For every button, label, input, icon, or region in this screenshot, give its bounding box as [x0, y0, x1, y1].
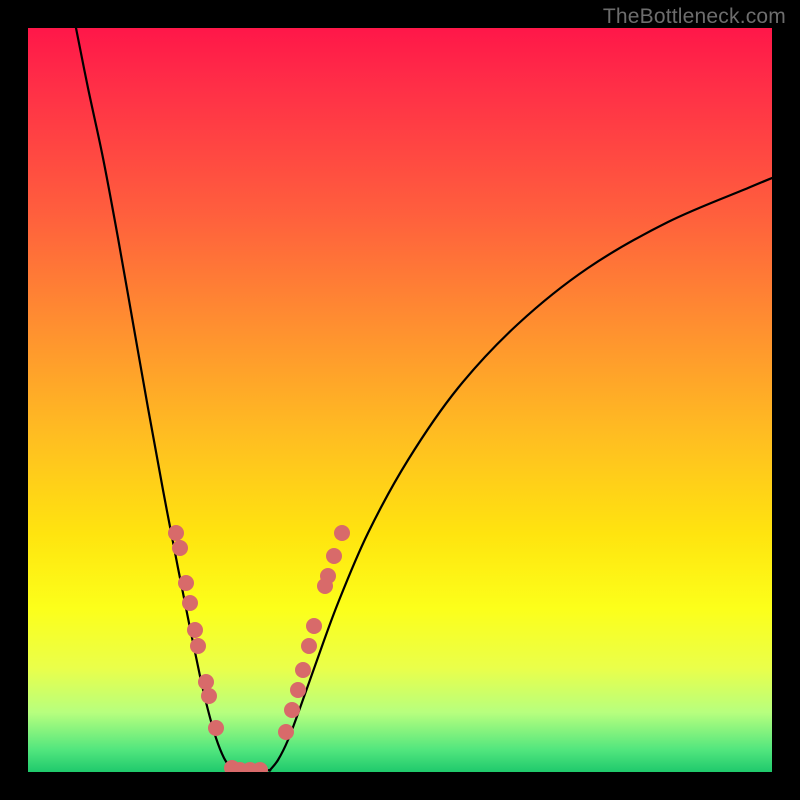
data-point-marker: [326, 548, 342, 564]
watermark-text: TheBottleneck.com: [603, 5, 786, 29]
chart-svg: [28, 28, 772, 772]
data-point-marker: [284, 702, 300, 718]
marker-group: [168, 525, 350, 772]
data-point-marker: [278, 724, 294, 740]
data-point-marker: [201, 688, 217, 704]
data-point-marker: [190, 638, 206, 654]
data-point-marker: [172, 540, 188, 556]
data-point-marker: [168, 525, 184, 541]
data-point-marker: [178, 575, 194, 591]
data-point-marker: [306, 618, 322, 634]
data-point-marker: [320, 568, 336, 584]
plot-area: [28, 28, 772, 772]
data-point-marker: [187, 622, 203, 638]
data-point-marker: [182, 595, 198, 611]
data-point-marker: [290, 682, 306, 698]
data-point-marker: [295, 662, 311, 678]
chart-frame: TheBottleneck.com: [0, 0, 800, 800]
data-point-marker: [198, 674, 214, 690]
data-point-marker: [301, 638, 317, 654]
data-point-marker: [334, 525, 350, 541]
data-point-marker: [208, 720, 224, 736]
bottleneck-curve: [76, 28, 772, 771]
